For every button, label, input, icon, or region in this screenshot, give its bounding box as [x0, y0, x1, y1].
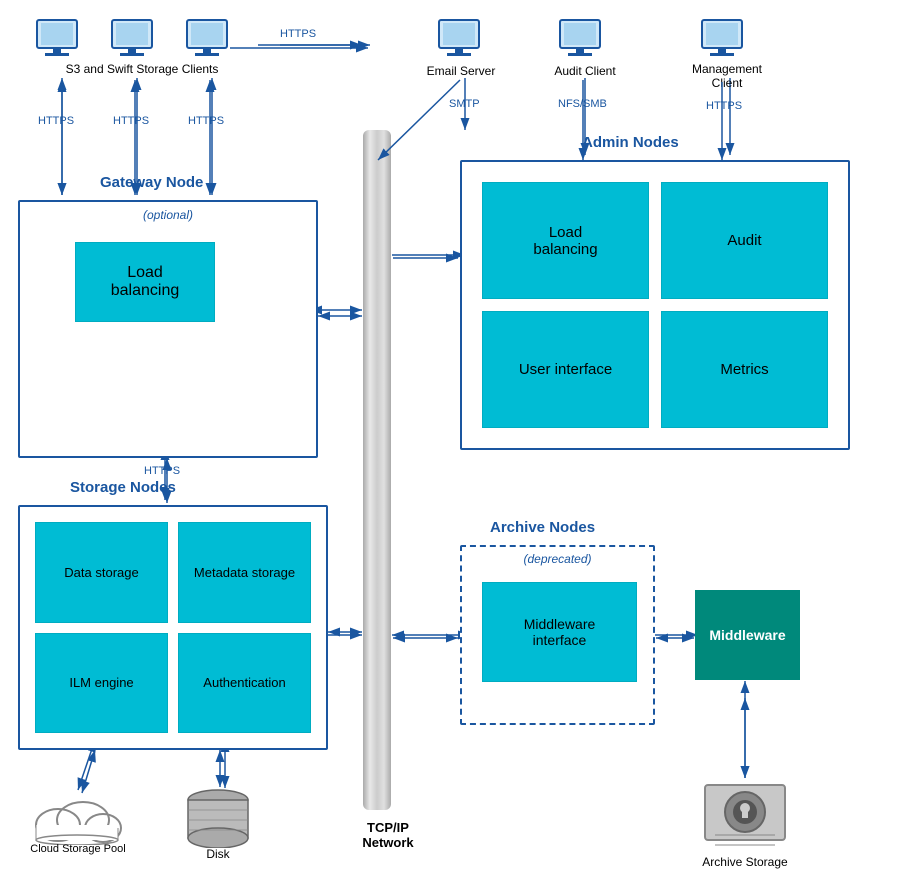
computer-icon-2 — [110, 18, 154, 61]
email-server-label: Email Server — [424, 64, 498, 78]
archive-nodes-subtitle: (deprecated) — [523, 552, 591, 566]
storage-ilm-engine: ILM engine — [35, 633, 168, 734]
computer-icon-3 — [185, 18, 229, 61]
https-mgmt-label: HTTPS — [706, 100, 742, 112]
archive-nodes-title: Archive Nodes — [490, 519, 595, 536]
admin-user-interface: User interface — [482, 311, 649, 428]
admin-nodes-title: Admin Nodes — [582, 134, 679, 151]
architecture-diagram: TCP/IP Network — [0, 0, 898, 894]
tcp-ip-label: TCP/IP Network — [348, 820, 428, 850]
archive-middleware-interface: Middlewareinterface — [482, 582, 637, 682]
tcp-ip-pipe — [363, 130, 391, 810]
storage-nodes-title: Storage Nodes — [70, 479, 176, 496]
storage-authentication: Authentication — [178, 633, 311, 734]
audit-client-label: Audit Client — [548, 64, 622, 78]
disk-icon: Disk — [183, 788, 253, 861]
admin-nodes-box: Admin Nodes Loadbalancing Audit User int… — [460, 160, 850, 450]
management-client-icon — [700, 18, 744, 61]
gateway-node-title: Gateway Node — [100, 174, 203, 191]
smtp-label: SMTP — [449, 98, 480, 110]
storage-metadata: Metadata storage — [178, 522, 311, 623]
archive-nodes-box: Archive Nodes (deprecated) Middlewareint… — [460, 545, 655, 725]
gateway-load-balancing: Loadbalancing — [75, 242, 215, 322]
nfs-smb-label: NFS/SMB — [558, 98, 607, 110]
admin-audit: Audit — [661, 182, 828, 299]
storage-clients-label: S3 and Swift Storage Clients — [22, 62, 262, 76]
storage-nodes-box: Storage Nodes Data storage Metadata stor… — [18, 505, 328, 750]
https-label-1: HTTPS — [38, 115, 74, 127]
middleware-box: Middleware — [695, 590, 800, 680]
https-label-2: HTTPS — [113, 115, 149, 127]
archive-storage-icon: Archive Storage — [700, 780, 790, 869]
computer-icon-1 — [35, 18, 79, 61]
management-client-label: Management Client — [685, 62, 769, 90]
storage-data-storage: Data storage — [35, 522, 168, 623]
https-gateway-storage: HTTPS — [144, 465, 180, 477]
top-arrow-svg — [230, 38, 375, 58]
audit-client-icon — [558, 18, 602, 61]
email-server-icon — [437, 18, 481, 61]
cloud-icon — [28, 790, 128, 845]
admin-metrics: Metrics — [661, 311, 828, 428]
gateway-node-subtitle: (optional) — [143, 208, 193, 222]
admin-load-balancing: Loadbalancing — [482, 182, 649, 299]
gateway-node-box: Gateway Node (optional) Loadbalancing — [18, 200, 318, 458]
https-label-top: HTTPS — [280, 28, 316, 40]
cloud-storage-pool: Cloud Storage Pool — [28, 790, 128, 855]
https-label-3: HTTPS — [188, 115, 224, 127]
